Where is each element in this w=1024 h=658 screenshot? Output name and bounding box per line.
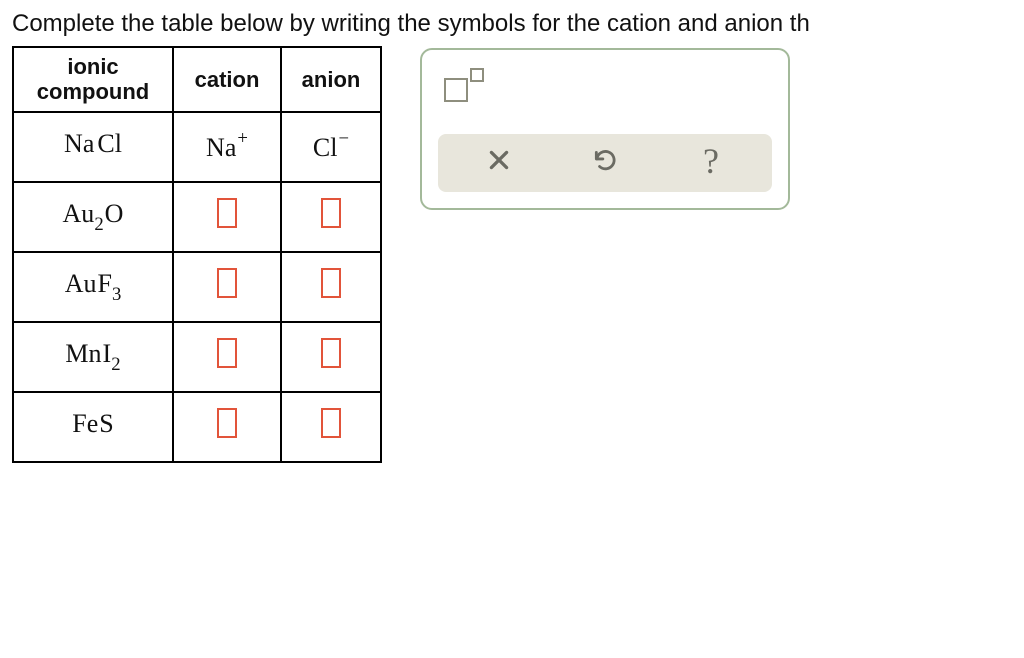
box-icon [470, 68, 484, 82]
compound-cell: Au2O [13, 182, 173, 252]
compound-cell: NaCl [13, 112, 173, 182]
cation-cell[interactable] [173, 182, 281, 252]
anion-cell[interactable] [281, 182, 381, 252]
answer-toolbox: ? [420, 48, 790, 210]
cation-cell: Na+ [173, 112, 281, 182]
compound-cell: MnI2 [13, 322, 173, 392]
table-row: FeS [13, 392, 381, 462]
undo-icon [592, 147, 618, 179]
table-row: AuF3 [13, 252, 381, 322]
anion-cell[interactable] [281, 252, 381, 322]
cation-cell[interactable] [173, 322, 281, 392]
answer-slot[interactable] [321, 408, 341, 438]
cation-cell[interactable] [173, 392, 281, 462]
question-icon: ? [703, 143, 719, 179]
answer-slot[interactable] [321, 338, 341, 368]
compound-cell: AuF3 [13, 252, 173, 322]
answer-slot[interactable] [217, 268, 237, 298]
box-icon [444, 78, 468, 102]
superscript-tool-button[interactable] [438, 64, 492, 112]
toolbox-action-bar: ? [438, 134, 772, 192]
anion-cell[interactable] [281, 322, 381, 392]
answer-slot[interactable] [321, 198, 341, 228]
answer-slot[interactable] [217, 198, 237, 228]
answer-slot[interactable] [217, 338, 237, 368]
help-button[interactable]: ? [683, 141, 739, 185]
compound-cell: FeS [13, 392, 173, 462]
answer-slot[interactable] [217, 408, 237, 438]
x-icon [486, 147, 512, 179]
table-row: NaCl Na+ Cl− [13, 112, 381, 182]
col-cation: cation [173, 47, 281, 112]
cation-cell[interactable] [173, 252, 281, 322]
col-compound: ionic compound [13, 47, 173, 112]
question-prompt: Complete the table below by writing the … [12, 10, 1012, 38]
anion-cell[interactable] [281, 392, 381, 462]
anion-cell: Cl− [281, 112, 381, 182]
ionic-table: ionic compound cation anion NaCl Na+ [12, 46, 382, 463]
col-anion: anion [281, 47, 381, 112]
table-row: MnI2 [13, 322, 381, 392]
table-row: Au2O [13, 182, 381, 252]
reset-button[interactable] [577, 141, 633, 185]
clear-button[interactable] [471, 141, 527, 185]
answer-slot[interactable] [321, 268, 341, 298]
